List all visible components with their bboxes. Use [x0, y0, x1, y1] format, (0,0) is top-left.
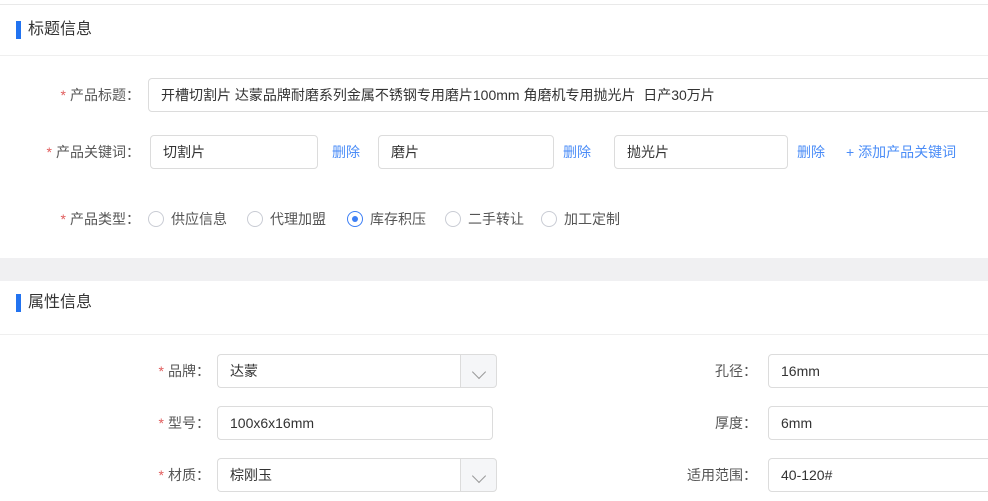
required-asterisk: * — [159, 363, 164, 379]
section-attribute-info-heading: 属性信息 — [28, 293, 92, 313]
keyword-delete-link-2[interactable]: 删除 — [563, 135, 591, 169]
section-accent-bar — [16, 294, 21, 312]
chevron-down-icon — [472, 469, 486, 483]
hole-diameter-label: 孔径： — [600, 354, 757, 388]
section-header-divider — [0, 334, 988, 335]
material-select[interactable] — [217, 458, 497, 492]
brand-select-dropdown-button[interactable] — [460, 354, 497, 388]
required-asterisk: * — [61, 87, 66, 103]
add-keyword-link[interactable]: + 添加产品关键词 — [846, 135, 956, 169]
radio-icon — [247, 211, 263, 227]
keyword-delete-link-3[interactable]: 删除 — [797, 135, 825, 169]
radio-product-type-supply[interactable]: 供应信息 — [148, 202, 227, 236]
section-gap — [0, 258, 988, 281]
required-asterisk: * — [47, 144, 52, 160]
product-edit-page: { "ui": { "required_mark": "*" }, "color… — [0, 0, 988, 501]
radio-product-type-stock[interactable]: 库存积压 — [347, 202, 426, 236]
required-asterisk: * — [61, 211, 66, 227]
keyword-delete-link-1[interactable]: 删除 — [332, 135, 360, 169]
radio-icon — [445, 211, 461, 227]
thickness-label: 厚度： — [600, 406, 757, 440]
section-header-divider — [0, 55, 988, 56]
keyword-input-1[interactable] — [150, 135, 318, 169]
keyword-input-2[interactable] — [378, 135, 554, 169]
brand-select[interactable] — [217, 354, 497, 388]
scope-label: 适用范围： — [600, 458, 757, 492]
top-divider — [0, 4, 988, 5]
material-select-input[interactable] — [217, 458, 460, 492]
required-asterisk: * — [159, 415, 164, 431]
keywords-label: *产品关键词： — [0, 135, 140, 169]
product-title-label: *产品标题： — [0, 78, 140, 112]
radio-icon — [148, 211, 164, 227]
section-accent-bar — [16, 21, 21, 39]
material-select-dropdown-button[interactable] — [460, 458, 497, 492]
product-type-label: *产品类型： — [0, 202, 140, 236]
radio-icon — [541, 211, 557, 227]
keyword-input-3[interactable] — [614, 135, 788, 169]
product-title-input[interactable] — [148, 78, 988, 112]
brand-label: *品牌： — [60, 354, 210, 388]
section-title-info-heading: 标题信息 — [28, 20, 92, 40]
radio-product-type-secondhand[interactable]: 二手转让 — [445, 202, 524, 236]
radio-product-type-agency[interactable]: 代理加盟 — [247, 202, 326, 236]
model-label: *型号： — [60, 406, 210, 440]
required-asterisk: * — [159, 467, 164, 483]
chevron-down-icon — [472, 365, 486, 379]
radio-product-type-custom[interactable]: 加工定制 — [541, 202, 620, 236]
radio-icon — [347, 211, 363, 227]
material-label: *材质： — [60, 458, 210, 492]
scope-input[interactable] — [768, 458, 988, 492]
model-input[interactable] — [217, 406, 493, 440]
brand-select-input[interactable] — [217, 354, 460, 388]
hole-diameter-input[interactable] — [768, 354, 988, 388]
thickness-input[interactable] — [768, 406, 988, 440]
